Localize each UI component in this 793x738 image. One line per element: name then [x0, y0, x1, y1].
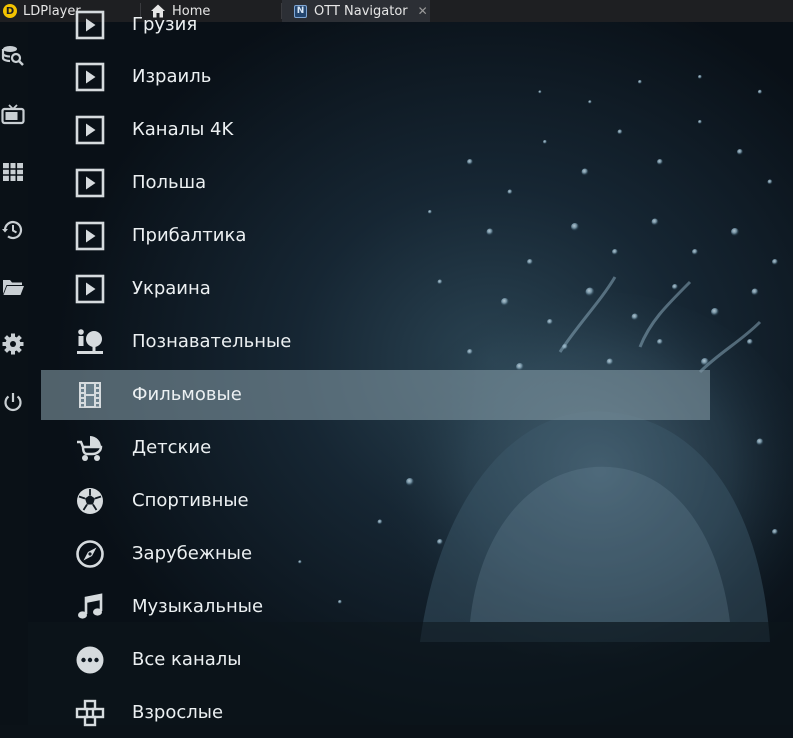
list-item-label: Украина: [132, 278, 211, 299]
list-item[interactable]: Познавательные: [41, 317, 710, 367]
list-item-label: Польша: [132, 172, 207, 193]
play-icon: [75, 10, 105, 40]
list-item[interactable]: Детские: [41, 423, 710, 473]
education-icon: [77, 329, 103, 354]
list-item-selected[interactable]: Фильмовые: [41, 370, 710, 420]
play-icon: [75, 274, 105, 304]
play-icon: [75, 221, 105, 251]
stroller-icon: [77, 436, 103, 461]
list-item-label: Фильмовые: [132, 384, 242, 405]
list-item-label: Грузия: [132, 14, 198, 35]
list-item[interactable]: Украина: [41, 264, 710, 314]
list-item[interactable]: Взрослые: [41, 688, 710, 738]
list-item-label: Музыкальные: [132, 596, 264, 617]
compass-icon: [76, 540, 104, 568]
list-item[interactable]: Каналы 4K: [41, 105, 710, 155]
list-item[interactable]: Израиль: [41, 52, 710, 102]
soccer-ball-icon: [77, 488, 103, 514]
list-item-label: Зарубежные: [132, 543, 253, 564]
list-item[interactable]: Польша: [41, 158, 710, 208]
play-icon: [75, 115, 105, 145]
list-item-label: Взрослые: [132, 702, 224, 723]
blocks-icon: [75, 699, 105, 727]
play-icon: [75, 168, 105, 198]
music-note-icon: [78, 593, 103, 619]
list-item[interactable]: Музыкальные: [41, 582, 710, 632]
more-dots-icon: [76, 646, 104, 674]
list-item[interactable]: Грузия: [41, 0, 710, 50]
list-item-label: Каналы 4K: [132, 119, 234, 140]
category-list: Грузия Израиль Каналы 4K Польша Прибалти…: [0, 0, 793, 727]
list-item[interactable]: Зарубежные: [41, 529, 710, 579]
list-item-label: Израиль: [132, 66, 212, 87]
list-item-label: Познавательные: [132, 331, 292, 352]
list-item-label: Прибалтика: [132, 225, 247, 246]
list-item-label: Детские: [132, 437, 212, 458]
list-item-label: Все каналы: [132, 649, 242, 670]
list-item[interactable]: Все каналы: [41, 635, 710, 685]
play-icon: [75, 62, 105, 92]
film-icon: [79, 382, 101, 408]
list-item[interactable]: Спортивные: [41, 476, 710, 526]
list-item[interactable]: Прибалтика: [41, 211, 710, 261]
list-item-label: Спортивные: [132, 490, 249, 511]
